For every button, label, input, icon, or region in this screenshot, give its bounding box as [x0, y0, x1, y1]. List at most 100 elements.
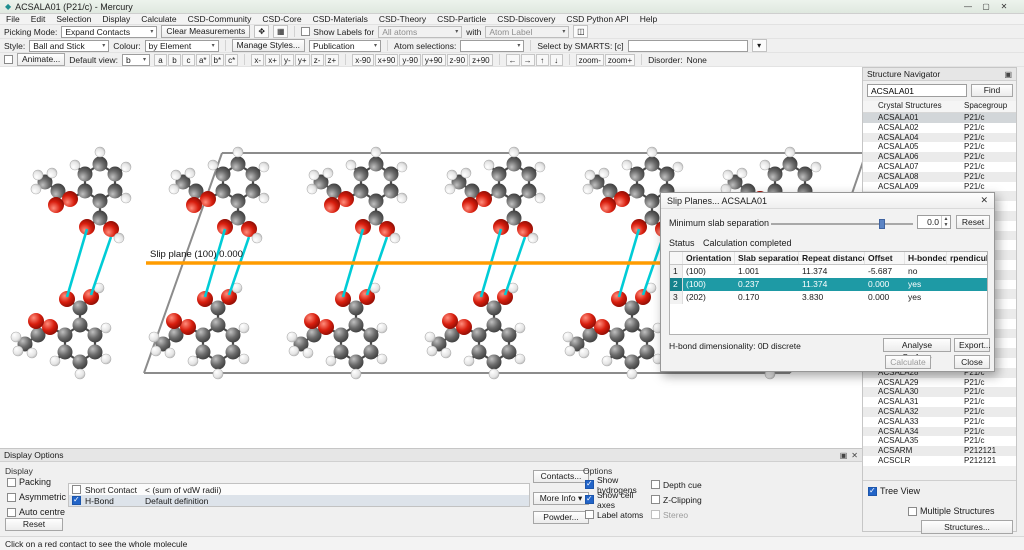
translate-button[interactable]: y-	[281, 54, 294, 66]
show-labels-checkbox[interactable]: Show Labels for	[301, 27, 374, 37]
style-select[interactable]: Ball and Stick ▾	[29, 40, 109, 52]
slab-separation-slider[interactable]	[771, 220, 913, 228]
navigator-header[interactable]: Structure Navigator ▣	[863, 68, 1016, 81]
minimize-icon[interactable]: —	[959, 0, 977, 13]
slider-track[interactable]	[771, 223, 913, 225]
option-checkbox[interactable]: Z-Clipping	[651, 492, 717, 507]
structure-list-item[interactable]: ACSALA35P21/c	[863, 436, 1016, 446]
slider-handle[interactable]	[879, 219, 885, 229]
reset-button[interactable]: Reset	[956, 215, 990, 229]
find-button[interactable]: Find	[971, 84, 1013, 97]
translate-button[interactable]: z-	[311, 54, 324, 66]
translate-button[interactable]: x-	[251, 54, 264, 66]
structure-list-item[interactable]: ACSALA31P21/c	[863, 397, 1016, 407]
structure-list-item[interactable]: ACSALA08P21/c	[863, 172, 1016, 182]
colour-select[interactable]: by Element ▾	[145, 40, 219, 52]
label-type-select[interactable]: Atom Label ▾	[485, 26, 569, 38]
menu-item[interactable]: Help	[640, 14, 657, 24]
display-checkbox[interactable]: Auto centre	[7, 507, 85, 517]
spinner-arrows[interactable]: ▲ ▼	[941, 216, 950, 228]
structure-list-item[interactable]: ACSALA09P21/c	[863, 182, 1016, 192]
menu-item[interactable]: CSD-Particle	[437, 14, 486, 24]
structure-list-item[interactable]: ACSALA30P21/c	[863, 387, 1016, 397]
column-spacegroup[interactable]: Spacegroup	[964, 101, 1016, 112]
table-column-header[interactable]: Offset	[865, 252, 905, 264]
labels-scope-select[interactable]: All atoms ▾	[378, 26, 462, 38]
rotate-button[interactable]: x+90	[375, 54, 399, 66]
menu-item[interactable]: Display	[102, 14, 130, 24]
structures-button[interactable]: Structures...	[921, 520, 1013, 534]
arrow-button[interactable]: ↓	[550, 54, 563, 66]
axis-button[interactable]: b*	[211, 54, 225, 66]
structure-list-item[interactable]: ACSCLRP212121	[863, 456, 1016, 466]
translate-button[interactable]: x+	[265, 54, 280, 66]
rotate-button[interactable]: y-90	[399, 54, 421, 66]
menu-item[interactable]: Edit	[31, 14, 46, 24]
menu-item[interactable]: Selection	[56, 14, 91, 24]
option-checkbox[interactable]: Depth cue	[651, 477, 717, 492]
analyse-surface-button[interactable]: Analyse Surface	[883, 338, 951, 352]
structure-list-item[interactable]: ACSALA04P21/c	[863, 133, 1016, 143]
menu-item[interactable]: CSD-Core	[262, 14, 301, 24]
zoom-button[interactable]: zoom+	[605, 54, 635, 66]
axis-button[interactable]: b	[168, 54, 181, 66]
close-panel-icon[interactable]: ✕	[851, 451, 858, 460]
structure-list-item[interactable]: ACSARMP212121	[863, 446, 1016, 456]
float-panel-icon[interactable]: ▣	[1004, 70, 1012, 79]
close-icon[interactable]: ✕	[995, 0, 1013, 13]
close-button[interactable]: Close	[954, 355, 990, 369]
contact-row[interactable]: Short Contact < (sum of vdW radii)	[69, 484, 529, 495]
default-view-select[interactable]: b ▾	[122, 54, 150, 66]
menu-item[interactable]: Calculate	[141, 14, 176, 24]
axis-button[interactable]: a	[154, 54, 167, 66]
label-settings-icon[interactable]: ◫	[573, 25, 588, 38]
float-panel-icon[interactable]: ▣	[840, 451, 848, 460]
structure-list-item[interactable]: ACSALA01P21/c	[863, 113, 1016, 123]
rotate-button[interactable]: x-90	[352, 54, 374, 66]
structure-list-item[interactable]: ACSALA32P21/c	[863, 407, 1016, 417]
display-reset-button[interactable]: Reset	[5, 518, 63, 531]
dialog-title-bar[interactable]: Slip Planes... ACSALA01 ✕	[661, 193, 994, 209]
option-checkbox[interactable]: Label atoms	[585, 507, 651, 522]
structure-list-item[interactable]: ACSALA05P21/c	[863, 142, 1016, 152]
maximize-icon[interactable]: ▢	[977, 0, 995, 13]
picking-mode-select[interactable]: Expand Contacts ▾	[61, 26, 157, 38]
table-row[interactable]: 3 (202) 0.170 3.830 0.000 yes	[670, 291, 987, 304]
smarts-input[interactable]	[628, 40, 748, 52]
structure-list-item[interactable]: ACSALA02P21/c	[863, 123, 1016, 133]
calculate-button[interactable]: Calculate	[885, 355, 931, 369]
menu-item[interactable]: CSD-Materials	[313, 14, 368, 24]
table-row[interactable]: 1 (100) 1.001 11.374 -5.687 no	[670, 265, 987, 278]
atom-selections-select[interactable]: ▾	[460, 40, 524, 52]
export-button[interactable]: Export...	[954, 338, 990, 352]
rotate-button[interactable]: z-90	[447, 54, 469, 66]
structure-list-item[interactable]: ACSALA33P21/c	[863, 417, 1016, 427]
manage-styles-button[interactable]: Manage Styles...	[232, 39, 305, 52]
more-info-button[interactable]: More Info ▾	[533, 492, 589, 505]
contact-row[interactable]: H-Bond Default definition	[69, 495, 529, 506]
table-column-header[interactable]: Slab separation	[735, 252, 799, 264]
arrow-button[interactable]: ↑	[536, 54, 549, 66]
animate-button[interactable]: Animate...	[17, 53, 65, 66]
menu-item[interactable]: File	[6, 14, 20, 24]
table-column-header[interactable]: H-bonded	[905, 252, 947, 264]
clear-measurements-button[interactable]: Clear Measurements	[161, 25, 250, 38]
labels-tool-icon[interactable]: ▦	[273, 25, 288, 38]
measure-tool-icon[interactable]: ✥	[254, 25, 269, 38]
contacts-button[interactable]: Contacts...	[533, 470, 589, 483]
tree-view-checkbox[interactable]: Tree View	[868, 486, 920, 496]
multiple-structures-checkbox[interactable]: Multiple Structures	[908, 506, 995, 516]
menu-item[interactable]: CSD Python API	[566, 14, 628, 24]
smarts-apply-icon[interactable]: ▾	[752, 39, 767, 52]
zoom-button[interactable]: zoom-	[576, 54, 604, 66]
arrow-button[interactable]: →	[521, 54, 535, 66]
rotate-button[interactable]: z+90	[469, 54, 493, 66]
slab-value-spinner[interactable]: 0.0 ▲ ▼	[917, 215, 951, 229]
axis-button[interactable]: c	[182, 54, 195, 66]
translate-button[interactable]: y+	[295, 54, 310, 66]
structure-list-item[interactable]: ACSALA29P21/c	[863, 378, 1016, 388]
menu-item[interactable]: CSD-Theory	[379, 14, 426, 24]
translate-button[interactable]: z+	[325, 54, 340, 66]
dialog-close-icon[interactable]: ✕	[980, 195, 988, 206]
axis-button[interactable]: a*	[196, 54, 210, 66]
